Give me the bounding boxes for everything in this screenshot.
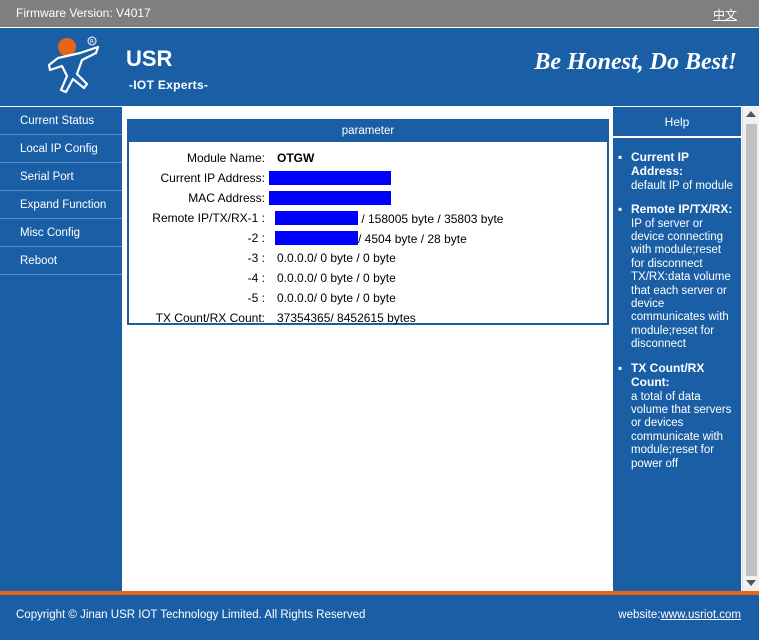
brand-name: USR <box>126 46 173 71</box>
sidebar-item-expand-function[interactable]: Expand Function <box>0 191 122 219</box>
row-current-ip: Current IP Address: <box>129 168 607 188</box>
row-module-name: Module Name: OTGW <box>129 148 607 168</box>
remote-2-value: / 4504 byte / 28 byte <box>358 232 467 246</box>
remote-2-label: -2 : <box>247 231 265 245</box>
help-item: Remote IP/TX/RX: IP of server or device … <box>618 203 737 351</box>
sidebar-item-reboot[interactable]: Reboot <box>0 247 122 275</box>
current-ip-redacted <box>269 171 391 185</box>
remote-2-redacted <box>275 231 358 245</box>
tx-rx-count-label: TX Count/RX Count: <box>155 311 265 325</box>
sidebar-item-misc-config[interactable]: Misc Config <box>0 219 122 247</box>
module-name-label: Module Name: <box>186 151 265 165</box>
help-desc: default IP of module <box>631 179 734 192</box>
help-term: TX Count/RX Count: <box>631 360 705 390</box>
sidebar-nav: Current Status Local IP Config Serial Po… <box>0 107 122 591</box>
module-name-value: OTGW <box>277 151 315 165</box>
website-link[interactable]: www.usriot.com <box>660 609 741 621</box>
current-ip-label: Current IP Address: <box>160 171 266 185</box>
top-bar: Firmware Version: V4017 中文 <box>0 0 759 27</box>
website-info: website:www.usriot.com <box>618 609 741 621</box>
scrollbar-thumb[interactable] <box>746 124 757 576</box>
help-desc: a total of data volume that servers or d… <box>631 390 732 470</box>
footer: Copyright © Jinan USR IOT Technology Lim… <box>0 595 759 640</box>
tx-rx-count-value: 37354365/ 8452615 bytes <box>277 311 416 325</box>
slogan: Be Honest, Do Best! <box>534 49 737 75</box>
remote-1-label: Remote IP/TX/RX-1 : <box>152 211 265 225</box>
sidebar-item-serial-port[interactable]: Serial Port <box>0 163 122 191</box>
help-list: Current IP Address: default IP of module… <box>613 138 741 471</box>
copyright-text: Copyright © Jinan USR IOT Technology Lim… <box>16 609 366 621</box>
sidebar-item-local-ip-config[interactable]: Local IP Config <box>0 135 122 163</box>
row-remote-2: -2 : / 4504 byte / 28 byte <box>129 228 607 248</box>
header-banner: R USR -IOT Experts- Be Honest, Do Best! <box>0 27 759 106</box>
remote-3-value: 0.0.0.0/ 0 byte / 0 byte <box>277 251 396 265</box>
row-mac-address: MAC Address: <box>129 188 607 208</box>
main-content: parameter Module Name: OTGW Current IP A… <box>123 107 612 591</box>
sidebar-item-current-status[interactable]: Current Status <box>0 107 122 135</box>
usr-logo-icon: R <box>47 36 100 94</box>
help-item: Current IP Address: default IP of module <box>618 150 737 193</box>
row-remote-4: -4 : 0.0.0.0/ 0 byte / 0 byte <box>129 268 607 288</box>
help-panel: Help Current IP Address: default IP of m… <box>613 107 741 591</box>
scroll-up-arrow-icon[interactable] <box>746 111 756 117</box>
remote-1-value: / 158005 byte / 35803 byte <box>358 212 504 226</box>
row-tx-rx-count: TX Count/RX Count: 37354365/ 8452615 byt… <box>129 308 607 328</box>
remote-4-label: -4 : <box>247 271 265 285</box>
remote-5-value: 0.0.0.0/ 0 byte / 0 byte <box>277 291 396 305</box>
parameter-panel-title: parameter <box>129 121 607 142</box>
mac-address-redacted <box>269 191 391 205</box>
row-remote-1: Remote IP/TX/RX-1 : / 158005 byte / 3580… <box>129 208 607 228</box>
remote-4-value: 0.0.0.0/ 0 byte / 0 byte <box>277 271 396 285</box>
help-title: Help <box>613 107 741 138</box>
firmware-version: Firmware Version: V4017 <box>16 6 151 20</box>
brand-tagline: -IOT Experts- <box>129 78 209 92</box>
help-term: Remote IP/TX/RX: <box>631 202 733 217</box>
vertical-scrollbar[interactable] <box>742 107 759 591</box>
row-remote-3: -3 : 0.0.0.0/ 0 byte / 0 byte <box>129 248 607 268</box>
scroll-down-arrow-icon[interactable] <box>746 580 756 586</box>
parameter-panel: parameter Module Name: OTGW Current IP A… <box>127 119 609 325</box>
mac-address-label: MAC Address: <box>188 191 265 205</box>
remote-3-label: -3 : <box>247 251 265 265</box>
help-term: Current IP Address: <box>631 150 689 179</box>
help-desc: IP of server or device connecting with m… <box>631 217 731 351</box>
website-label: website: <box>618 609 661 621</box>
remote-1-redacted <box>275 211 358 225</box>
help-item: TX Count/RX Count: a total of data volum… <box>618 360 737 471</box>
svg-text:R: R <box>90 39 94 46</box>
row-remote-5: -5 : 0.0.0.0/ 0 byte / 0 byte <box>129 288 607 308</box>
remote-5-label: -5 : <box>247 291 265 305</box>
language-link[interactable]: 中文 <box>713 6 737 23</box>
